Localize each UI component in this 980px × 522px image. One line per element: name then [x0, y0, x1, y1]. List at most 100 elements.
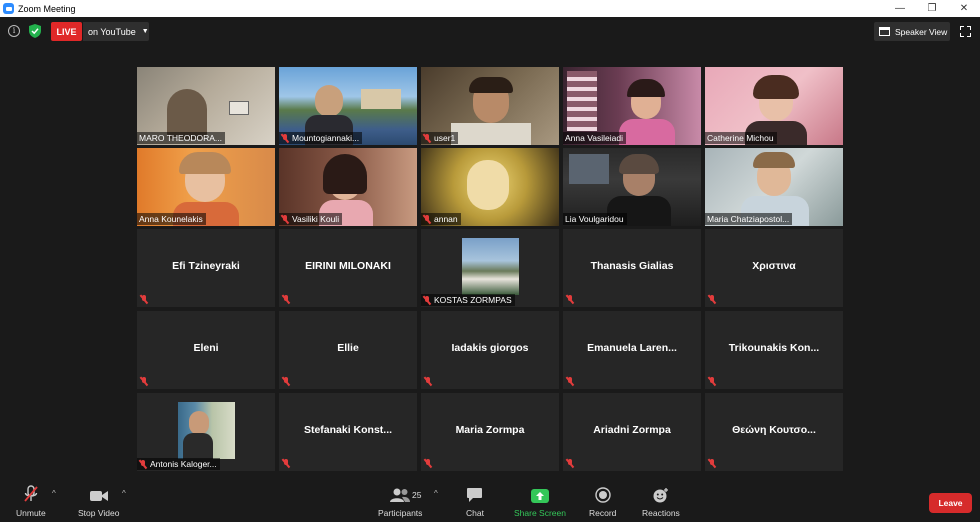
participant-name-tag: Lia Voulgaridou — [563, 213, 627, 225]
video-tile[interactable]: MARO THEODORA... — [137, 67, 275, 145]
window-background — [569, 154, 609, 184]
muted-mic-icon — [140, 377, 148, 386]
participant-face — [467, 160, 509, 210]
close-button[interactable]: ✕ — [948, 0, 980, 17]
muted-mic-icon — [423, 295, 431, 305]
participant-name: Maria Zormpa — [455, 424, 525, 436]
participant-tile[interactable]: Emanuela Laren... — [563, 311, 701, 389]
wall-picture — [229, 101, 249, 115]
info-icon[interactable]: i — [8, 25, 20, 37]
monastery-building — [361, 89, 401, 109]
muted-mic-icon — [424, 377, 432, 386]
participant-tile[interactable]: Thanasis Gialias — [563, 229, 701, 307]
participant-tile[interactable]: Χριστινα — [705, 229, 843, 307]
video-camera-icon — [89, 491, 108, 501]
participant-name: EIRINI MILONAKI — [305, 260, 391, 272]
video-options-chevron-icon[interactable]: ^ — [122, 489, 126, 498]
meeting-top-bar: i LIVE on YouTube ▼ Speaker View — [0, 17, 980, 47]
video-tile[interactable]: Anna Vasileiadi — [563, 67, 701, 145]
participant-hair — [619, 154, 659, 174]
live-badge[interactable]: LIVE — [51, 22, 82, 41]
participant-tile[interactable]: KOSTAS ZORMPAS — [421, 229, 559, 307]
profile-picture — [462, 238, 519, 295]
muted-mic-icon — [423, 133, 431, 143]
participant-name: Χριστινα — [752, 260, 796, 272]
chevron-down-icon: ▼ — [141, 28, 149, 35]
muted-mic-icon — [423, 214, 431, 224]
restore-button[interactable]: ❐ — [916, 0, 948, 17]
participant-name: Eleni — [193, 342, 219, 354]
participant-name-tag: KOSTAS ZORMPAS — [421, 294, 515, 306]
speaker-view-icon — [879, 27, 890, 36]
leave-meeting-button[interactable]: Leave — [929, 493, 972, 513]
video-tile[interactable]: Maria Chatziapostol... — [705, 148, 843, 226]
share-screen-button[interactable]: Share Screen — [514, 485, 566, 518]
muted-mic-icon — [282, 377, 290, 386]
stop-video-button[interactable]: Stop Video — [78, 485, 119, 518]
muted-microphone-icon — [24, 485, 38, 502]
participants-options-chevron-icon[interactable]: ^ — [434, 489, 438, 498]
participant-tile[interactable]: Θεώνη Κουτσο... — [705, 393, 843, 471]
participant-name-tag: Catherine Michou — [705, 132, 777, 144]
participant-count: 25 — [412, 490, 422, 500]
live-stream-dropdown[interactable]: on YouTube ▼ — [83, 22, 149, 41]
participant-tile[interactable]: Trikounakis Kon... — [705, 311, 843, 389]
participant-tile[interactable]: Maria Zormpa — [421, 393, 559, 471]
unmute-button[interactable]: Unmute — [16, 485, 46, 518]
video-tile[interactable]: Mountogiannaki... — [279, 67, 417, 145]
participant-name: Ariadni Zormpa — [593, 424, 671, 436]
participant-name-tag: Anna Kounelakis — [137, 213, 206, 225]
participant-tile[interactable]: Ellie — [279, 311, 417, 389]
encryption-shield-icon[interactable] — [29, 24, 41, 38]
reactions-label: Reactions — [642, 508, 680, 518]
chat-button[interactable]: Chat — [466, 485, 484, 518]
participant-name: Thanasis Gialias — [590, 260, 674, 272]
record-button[interactable]: Record — [589, 485, 616, 518]
stream-target-label: on YouTube — [88, 26, 136, 37]
fullscreen-icon[interactable] — [960, 26, 971, 37]
smiley-reaction-icon — [653, 488, 668, 503]
video-tile[interactable]: user1 — [421, 67, 559, 145]
stop-video-label: Stop Video — [78, 508, 120, 518]
participant-name: Ellie — [337, 342, 359, 354]
reactions-button[interactable]: Reactions — [642, 485, 680, 518]
unmute-label: Unmute — [16, 508, 46, 518]
title-bar: Zoom Meeting — ❐ ✕ — [0, 0, 980, 17]
participant-tile[interactable]: Iadakis giorgos — [421, 311, 559, 389]
muted-mic-icon — [281, 214, 289, 224]
video-tile[interactable]: Vasiliki Kouli — [279, 148, 417, 226]
active-speaker-tile[interactable]: Lia Voulgaridou — [563, 148, 701, 226]
participant-tile[interactable]: Stefanaki Konst... — [279, 393, 417, 471]
meeting-controls-toolbar: Unmute ^ Stop Video ^ Participants 25 ^ — [0, 481, 980, 522]
participant-name: Trikounakis Kon... — [728, 342, 820, 354]
participant-tile[interactable]: Efi Tzineyraki — [137, 229, 275, 307]
audio-options-chevron-icon[interactable]: ^ — [52, 489, 56, 498]
muted-mic-icon — [566, 377, 574, 386]
participant-tile[interactable]: Antonis Kaloger... — [137, 393, 275, 471]
video-tile[interactable]: annan — [421, 148, 559, 226]
muted-mic-icon — [708, 377, 716, 386]
participant-tile[interactable]: Eleni — [137, 311, 275, 389]
profile-face — [189, 411, 209, 435]
video-tile[interactable]: Anna Kounelakis — [137, 148, 275, 226]
muted-mic-icon — [140, 295, 148, 304]
participants-icon — [390, 488, 411, 502]
participant-name-tag: Maria Chatziapostol... — [705, 213, 793, 225]
participant-hair — [469, 77, 513, 93]
muted-mic-icon — [139, 459, 147, 469]
video-tile[interactable]: Catherine Michou — [705, 67, 843, 145]
share-screen-label: Share Screen — [514, 508, 566, 518]
speaker-view-button[interactable]: Speaker View — [874, 22, 950, 41]
muted-mic-icon — [282, 459, 290, 468]
participant-tile[interactable]: EIRINI MILONAKI — [279, 229, 417, 307]
muted-mic-icon — [566, 459, 574, 468]
muted-mic-icon — [708, 459, 716, 468]
participant-tile[interactable]: Ariadni Zormpa — [563, 393, 701, 471]
muted-mic-icon — [566, 295, 574, 304]
participant-hair — [179, 152, 231, 174]
minimize-button[interactable]: — — [884, 0, 916, 17]
participant-name-tag: Vasiliki Kouli — [279, 213, 343, 225]
participant-hair — [323, 154, 367, 194]
bookshelf — [567, 71, 597, 131]
record-icon — [595, 487, 611, 503]
